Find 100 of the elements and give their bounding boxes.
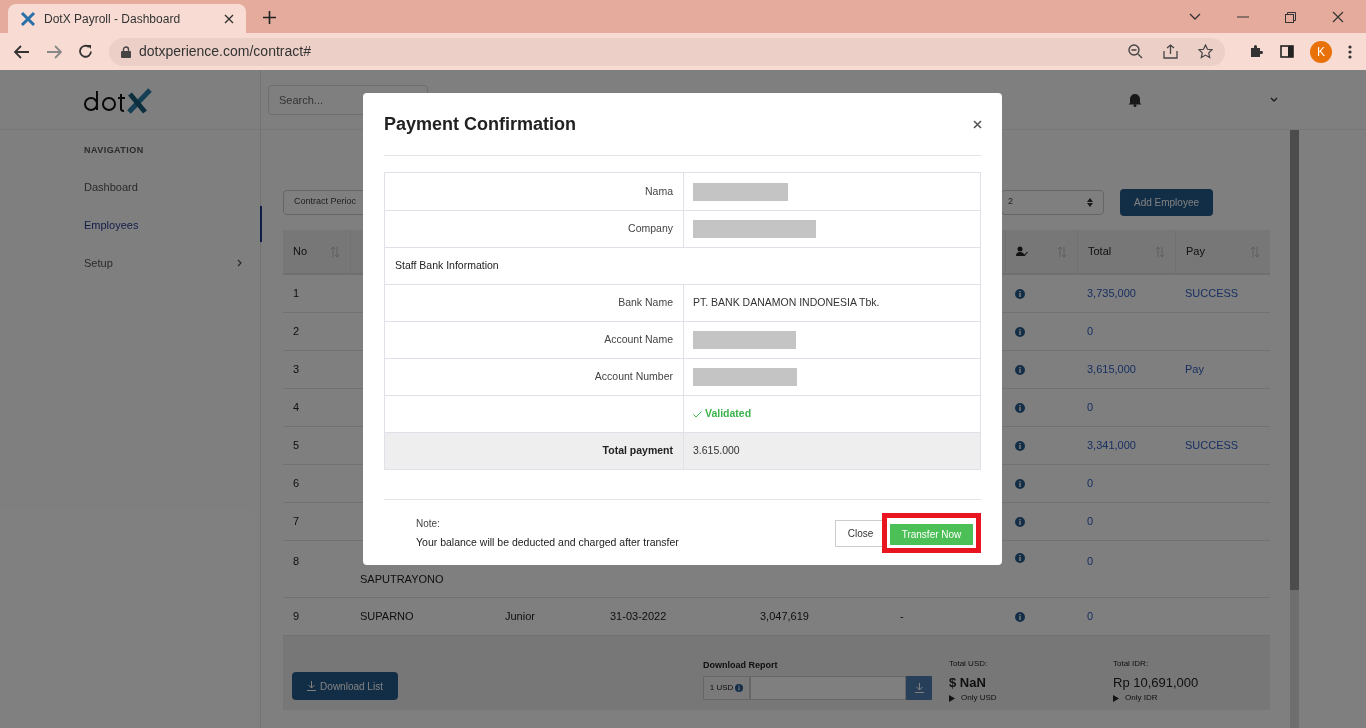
chevron-down-icon[interactable] bbox=[1270, 97, 1278, 102]
row-number: 6 bbox=[293, 476, 300, 492]
field-value: 3.615.000 bbox=[693, 443, 740, 459]
total-idr-label: Total IDR: bbox=[1113, 657, 1150, 670]
row-number: 2 bbox=[293, 324, 300, 340]
column-header: No bbox=[293, 244, 309, 260]
pay-link[interactable]: SUCCESS bbox=[1185, 285, 1239, 302]
share-icon[interactable] bbox=[1163, 44, 1179, 59]
field-label: Account Number bbox=[594, 369, 673, 385]
row-number: 7 bbox=[293, 514, 300, 530]
info-icon[interactable] bbox=[1015, 611, 1025, 622]
lock-icon[interactable] bbox=[120, 45, 131, 58]
total-link[interactable]: 0 bbox=[1087, 513, 1094, 530]
close-icon[interactable] bbox=[1332, 11, 1344, 23]
nav-item[interactable]: Dashboard bbox=[84, 168, 260, 206]
check-icon bbox=[693, 410, 702, 418]
zoom-out-icon[interactable] bbox=[1128, 44, 1144, 59]
field-label: Nama bbox=[645, 183, 673, 199]
total-idr-value: Rp 10,691,000 bbox=[1113, 673, 1199, 692]
info-icon[interactable] bbox=[1015, 288, 1025, 299]
person-check-icon bbox=[1016, 246, 1028, 257]
column-header: Total bbox=[1088, 244, 1113, 260]
only-idr-toggle[interactable]: Only IDR bbox=[1113, 692, 1199, 704]
table-cell-text: Junior bbox=[505, 609, 535, 625]
info-icon[interactable] bbox=[1015, 478, 1025, 489]
tab-title: DotX Payroll - Dashboard bbox=[44, 10, 182, 28]
back-icon[interactable] bbox=[14, 44, 30, 59]
section-heading: Staff Bank Information bbox=[395, 258, 499, 274]
info-icon[interactable] bbox=[1015, 553, 1025, 563]
only-usd-toggle[interactable]: Only USD bbox=[949, 692, 1113, 704]
triangle-icon bbox=[1113, 694, 1119, 702]
field-label: Company bbox=[628, 221, 673, 237]
profile-avatar[interactable]: K bbox=[1310, 40, 1332, 63]
currency-addon[interactable]: 1 USD bbox=[703, 676, 750, 700]
search-field[interactable]: Search... bbox=[268, 84, 428, 115]
info-icon[interactable] bbox=[735, 684, 744, 692]
puzzle-icon[interactable] bbox=[1249, 44, 1264, 59]
row-number: 3 bbox=[293, 362, 300, 378]
total-usd-label: Total USD: bbox=[949, 657, 989, 670]
more-icon[interactable] bbox=[1348, 44, 1352, 59]
x-logo-icon bbox=[20, 10, 36, 27]
total-link[interactable]: 0 bbox=[1087, 399, 1094, 416]
add-employee-button[interactable]: Add Employee bbox=[1120, 188, 1213, 216]
total-link[interactable]: 0 bbox=[1087, 608, 1094, 625]
field-label: Total payment bbox=[602, 443, 673, 459]
address-bar[interactable]: dotxperience.com/contract# bbox=[108, 37, 1226, 66]
table-cell-text: SAPUTRAYONO bbox=[360, 572, 444, 587]
total-link[interactable]: 0 bbox=[1087, 323, 1094, 340]
bell-icon[interactable] bbox=[1128, 92, 1142, 107]
note-text: Your balance will be deducted and charged after transfer bbox=[416, 534, 680, 550]
side-panel-icon[interactable] bbox=[1280, 45, 1294, 58]
total-link[interactable]: 3,615,000 bbox=[1087, 361, 1136, 378]
chevron-right-icon[interactable] bbox=[237, 259, 242, 267]
download-icon bbox=[307, 681, 317, 691]
new-tab-icon[interactable] bbox=[263, 11, 276, 24]
star-icon[interactable] bbox=[1198, 44, 1214, 59]
nav-heading: NAVIGATION bbox=[84, 144, 145, 157]
field-label: Bank Name bbox=[618, 295, 673, 311]
nav-item[interactable]: Employees bbox=[84, 206, 260, 244]
info-icon[interactable] bbox=[1015, 516, 1025, 527]
url-text: dotxperience.com/contract# bbox=[138, 42, 312, 61]
restore-icon[interactable] bbox=[1285, 11, 1296, 23]
chevron-down-icon[interactable] bbox=[1189, 13, 1201, 21]
table-cell-text: - bbox=[900, 609, 904, 625]
info-icon[interactable] bbox=[1015, 402, 1025, 413]
total-usd-value: $ NaN bbox=[949, 673, 987, 692]
info-icon[interactable] bbox=[1015, 364, 1025, 375]
row-number: 1 bbox=[293, 286, 300, 302]
column-header: Pay bbox=[1186, 244, 1206, 260]
row-number: 5 bbox=[293, 438, 300, 454]
download-icon bbox=[914, 683, 924, 693]
reload-icon[interactable] bbox=[77, 44, 93, 59]
table-cell-text: SUPARNO bbox=[360, 609, 414, 625]
triangle-icon bbox=[949, 694, 955, 702]
total-link[interactable]: 0 bbox=[1087, 553, 1094, 570]
transfer-button[interactable]: Transfer Now bbox=[890, 524, 973, 545]
row-number: 8 bbox=[293, 554, 300, 569]
field-label: Account Name bbox=[604, 332, 673, 348]
download-report-label: Download Report bbox=[703, 658, 779, 672]
browser-tab[interactable]: DotX Payroll - Dashboard bbox=[8, 4, 246, 33]
amount-field[interactable] bbox=[750, 676, 906, 700]
pay-link[interactable]: Pay bbox=[1185, 361, 1204, 378]
total-link[interactable]: 0 bbox=[1087, 475, 1094, 492]
forward-icon[interactable] bbox=[46, 44, 62, 59]
pay-link[interactable]: SUCCESS bbox=[1185, 437, 1239, 454]
download-report-button[interactable] bbox=[906, 676, 932, 700]
row-number: 4 bbox=[293, 400, 300, 416]
active-indicator bbox=[260, 206, 262, 242]
validated-status: Validated bbox=[693, 406, 752, 422]
close-icon[interactable] bbox=[224, 13, 234, 24]
nav-item[interactable]: Setup bbox=[84, 244, 260, 282]
total-link[interactable]: 3,341,000 bbox=[1087, 437, 1136, 454]
close-icon[interactable] bbox=[973, 119, 982, 129]
total-link[interactable]: 3,735,000 bbox=[1087, 285, 1136, 302]
updown-icon bbox=[1087, 197, 1093, 207]
info-icon[interactable] bbox=[1015, 440, 1025, 451]
dialog-title: Payment Confirmation bbox=[384, 112, 578, 136]
download-list-button[interactable]: Download List bbox=[292, 672, 398, 700]
scrollbar[interactable] bbox=[1290, 130, 1299, 728]
info-icon[interactable] bbox=[1015, 326, 1025, 337]
